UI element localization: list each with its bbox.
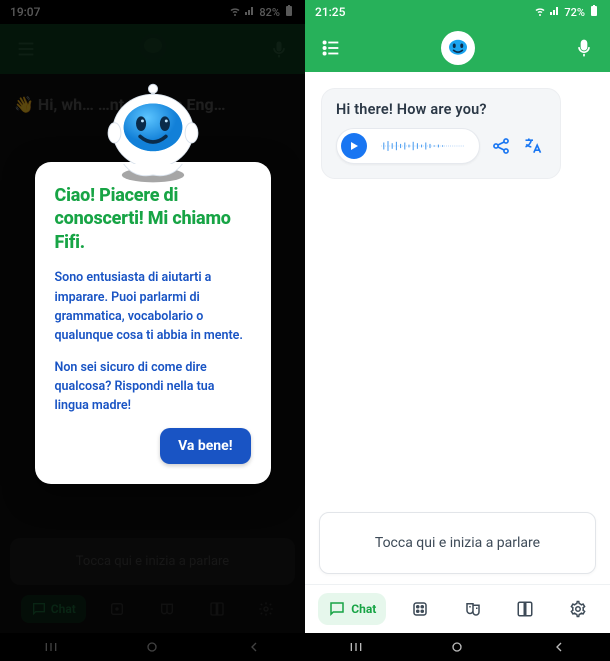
- battery-text: 72%: [564, 6, 585, 19]
- tab-chat[interactable]: Chat: [318, 593, 386, 625]
- screen-right-chat: 21:25 72% Hi there! How are you?: [305, 0, 610, 661]
- mic-icon[interactable]: [572, 36, 596, 60]
- tab-book[interactable]: [506, 593, 544, 625]
- bottom-tabbar: Chat: [305, 584, 610, 633]
- menu-list-icon[interactable]: [319, 36, 343, 60]
- android-home-icon[interactable]: [448, 638, 466, 656]
- screen-left-modal: 19:07 82% 👋 Hi, wh… …nt to learn Eng…: [0, 0, 305, 661]
- tab-settings[interactable]: [559, 593, 597, 625]
- message-bubble: Hi there! How are you?: [321, 88, 561, 179]
- app-header: [305, 24, 610, 72]
- modal-paragraph-2: Non sei sicuro di come dire qualcosa? Ri…: [55, 358, 251, 416]
- wifi-icon: [534, 5, 546, 20]
- tab-dice[interactable]: [401, 593, 439, 625]
- translate-icon[interactable]: [522, 135, 544, 157]
- modal-paragraph-1: Sono entusiasta di aiutarti a imparare. …: [55, 268, 251, 346]
- input-row: Tocca qui e inizia a parlare: [305, 502, 610, 584]
- signal-icon: [549, 5, 561, 20]
- modal-title: Ciao! Piacere di conoscerti! Mi chiamo F…: [55, 184, 251, 254]
- share-icon[interactable]: [490, 135, 512, 157]
- audio-player[interactable]: [336, 128, 480, 164]
- robot-mascot: [98, 76, 208, 190]
- android-recent-icon[interactable]: [347, 638, 365, 656]
- welcome-modal: Ciao! Piacere di conoscerti! Mi chiamo F…: [35, 162, 271, 484]
- status-right: 72%: [534, 5, 600, 20]
- battery-icon: [588, 5, 600, 20]
- modal-confirm-button[interactable]: Va bene!: [160, 428, 250, 464]
- android-back-icon[interactable]: [550, 638, 568, 656]
- waveform-icon: [373, 139, 473, 153]
- status-time: 21:25: [315, 5, 345, 19]
- speak-input[interactable]: Tocca qui e inizia a parlare: [319, 512, 596, 574]
- tab-roleplay[interactable]: [454, 593, 492, 625]
- chat-area: Hi there! How are you?: [305, 72, 610, 502]
- message-text: Hi there! How are you?: [336, 101, 546, 118]
- android-navbar: [305, 633, 610, 661]
- status-bar: 21:25 72%: [305, 0, 610, 24]
- avatar-mini[interactable]: [441, 31, 475, 65]
- play-icon[interactable]: [341, 133, 367, 159]
- tab-chat-label: Chat: [351, 602, 376, 616]
